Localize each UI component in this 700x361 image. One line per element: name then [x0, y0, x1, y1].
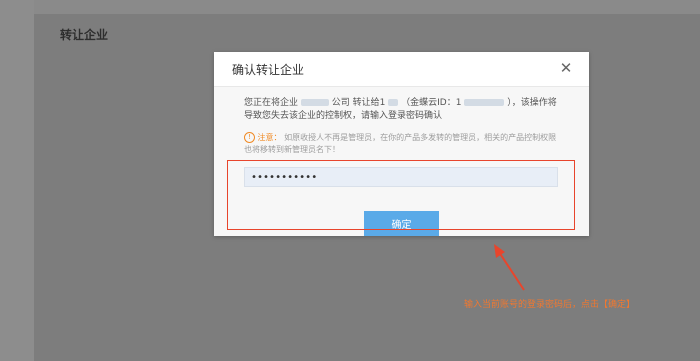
confirm-button[interactable]: 确定 — [364, 211, 439, 236]
left-sidebar — [0, 0, 34, 361]
transfer-description: 您正在将企业 公司 转让给1 （金蝶云ID：1 ），该操作将导致您失去该企业的控… — [244, 97, 562, 123]
close-icon[interactable]: ✕ — [557, 59, 575, 77]
desc-part-2: 公司 — [331, 98, 350, 108]
desc-part-3: 转让给1 — [352, 98, 386, 108]
blurred-user-id — [464, 99, 505, 106]
password-input[interactable] — [244, 167, 558, 187]
warning-icon: ! — [244, 132, 255, 143]
notice-text: 如原收授人不再是管理员，在你的产品多发转的管理员，相关的产品控制权限也将移转到新… — [244, 133, 557, 154]
blurred-company-name — [300, 99, 329, 106]
dialog-body: 您正在将企业 公司 转让给1 （金蝶云ID：1 ），该操作将导致您失去该企业的控… — [214, 87, 589, 236]
notice-label: 注意： — [257, 133, 282, 142]
annotation-tip: 输入当前账号的登录密码后，点击【确定】 — [464, 300, 636, 310]
page-title: 转让企业 — [60, 28, 109, 42]
dialog-header: 确认转让企业 ✕ — [214, 52, 589, 87]
transfer-enterprise-dialog: 确认转让企业 ✕ 您正在将企业 公司 转让给1 （金蝶云ID：1 ），该操作将导… — [214, 52, 589, 236]
desc-part-1: 您正在将企业 — [244, 98, 299, 108]
desc-part-4: （金蝶云ID：1 — [401, 98, 462, 108]
blurred-user-name — [388, 99, 399, 106]
notice-message: ! 注意： 如原收授人不再是管理员，在你的产品多发转的管理员，相关的产品控制权限… — [244, 132, 562, 156]
dialog-title: 确认转让企业 — [232, 63, 305, 77]
